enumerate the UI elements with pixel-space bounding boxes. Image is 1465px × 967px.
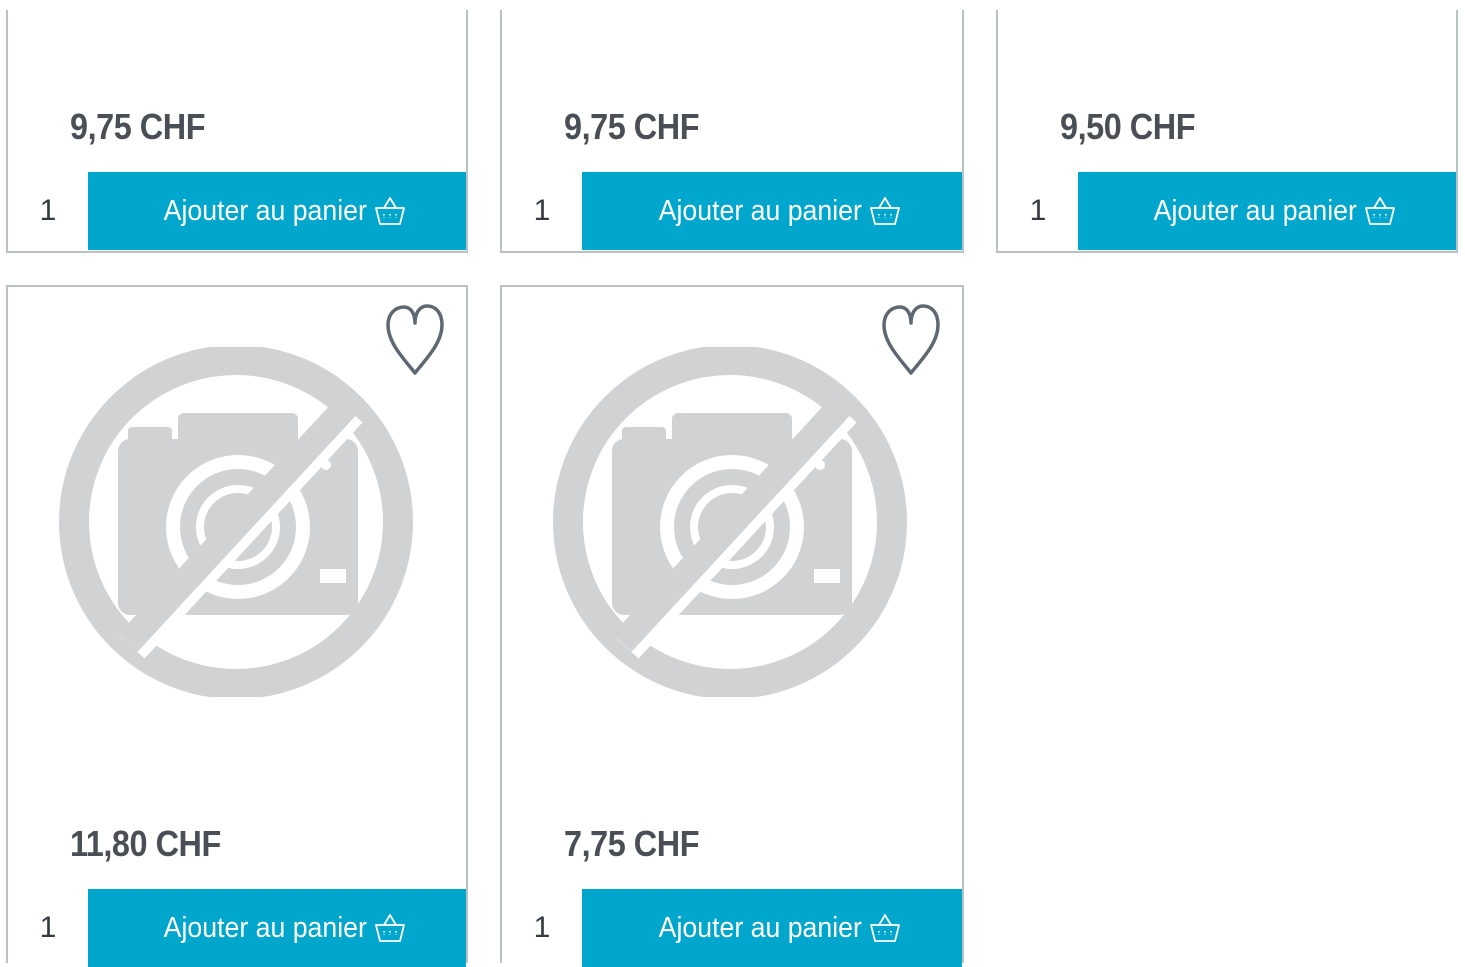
quantity-input[interactable]: 1 <box>502 889 582 967</box>
product-card: 7,75 CHF 1 Ajouter au panier <box>500 285 964 967</box>
add-to-cart-label: Ajouter au panier <box>658 194 862 227</box>
product-price: 9,75 CHF <box>564 106 700 147</box>
quantity-input[interactable]: 1 <box>8 172 88 250</box>
add-to-cart-label: Ajouter au panier <box>163 911 367 944</box>
quantity-input[interactable]: 1 <box>502 172 582 250</box>
basket-icon <box>375 197 406 225</box>
basket-icon <box>870 914 901 942</box>
buy-row: 1 Ajouter au panier <box>998 172 1456 250</box>
basket-icon <box>870 197 901 225</box>
add-to-cart-button[interactable]: Ajouter au panier <box>88 889 466 967</box>
buy-row: 1 Ajouter au panier <box>502 889 962 967</box>
product-card: 11,80 CHF 1 Ajouter au panier <box>6 285 468 967</box>
add-to-cart-button[interactable]: Ajouter au panier <box>582 172 962 250</box>
quantity-input[interactable]: 1 <box>8 889 88 967</box>
no-image-placeholder-icon <box>59 347 413 697</box>
buy-row: 1 Ajouter au panier <box>8 172 466 250</box>
buy-row: 1 Ajouter au panier <box>502 172 962 250</box>
buy-row: 1 Ajouter au panier <box>8 889 466 967</box>
product-card: 9,50 CHF 1 Ajouter au panier <box>996 10 1458 253</box>
product-price: 9,50 CHF <box>1060 106 1196 147</box>
product-price: 9,75 CHF <box>70 106 206 147</box>
product-card: 9,75 CHF 1 Ajouter au panier <box>6 10 468 253</box>
add-to-cart-label: Ajouter au panier <box>1153 194 1357 227</box>
quantity-input[interactable]: 1 <box>998 172 1078 250</box>
basket-icon <box>375 914 406 942</box>
add-to-cart-button[interactable]: Ajouter au panier <box>88 172 466 250</box>
add-to-cart-button[interactable]: Ajouter au panier <box>582 889 962 967</box>
add-to-cart-button[interactable]: Ajouter au panier <box>1078 172 1456 250</box>
basket-icon <box>1365 197 1396 225</box>
product-card: 9,75 CHF 1 Ajouter au panier <box>500 10 964 253</box>
add-to-cart-label: Ajouter au panier <box>163 194 367 227</box>
product-price: 11,80 CHF <box>70 823 221 864</box>
product-price: 7,75 CHF <box>564 823 700 864</box>
no-image-placeholder-icon <box>553 347 907 697</box>
add-to-cart-label: Ajouter au panier <box>658 911 862 944</box>
